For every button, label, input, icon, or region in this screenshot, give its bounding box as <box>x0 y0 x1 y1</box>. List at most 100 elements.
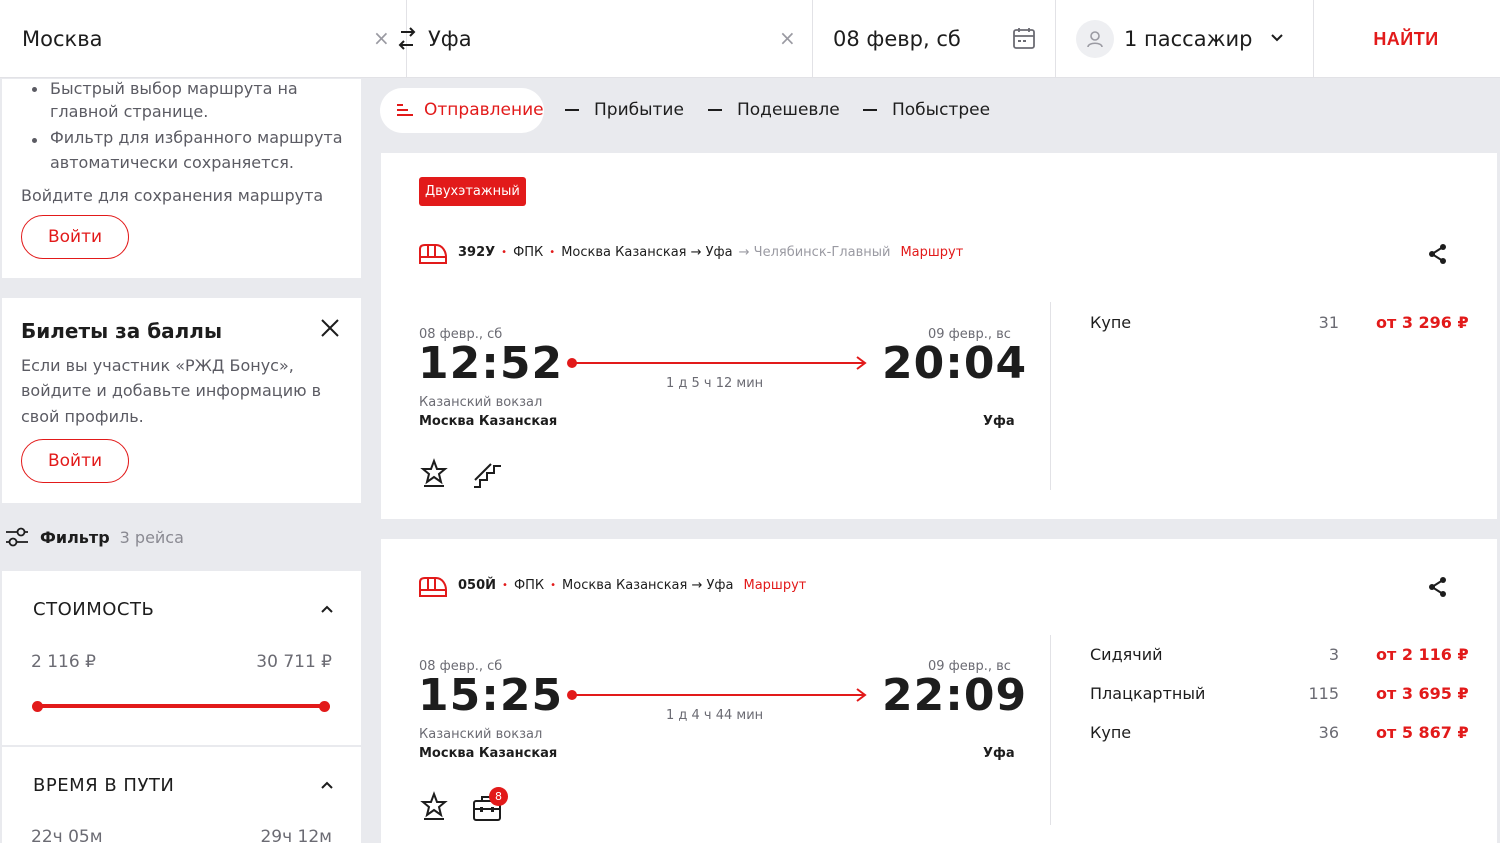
filter-icon <box>6 527 28 547</box>
find-button[interactable]: НАЙТИ <box>1315 0 1497 78</box>
dash-icon <box>708 109 722 111</box>
train-number: 050Й <box>458 578 497 593</box>
class-name: Купе <box>1090 313 1132 332</box>
bonus-panel: Билеты за баллы Если вы участник «РЖД Бо… <box>2 298 361 503</box>
bullet-text: Фильтр для избранного маршрута <box>50 128 343 147</box>
amenity-count-badge: 8 <box>489 787 508 806</box>
sort-faster[interactable]: Побыстрее <box>863 100 990 120</box>
cost-slider-max-handle[interactable] <box>319 701 330 712</box>
to-field[interactable]: Уфа <box>428 0 472 78</box>
divider <box>1050 635 1051 825</box>
train-icon <box>419 244 447 264</box>
date-field[interactable]: 08 февр, сб <box>833 0 961 78</box>
swap-icon[interactable] <box>397 25 417 53</box>
cost-title: СТОИМОСТЬ <box>33 599 155 620</box>
bonus-login-button[interactable]: Войти <box>21 439 129 483</box>
route: Москва Казанская → Уфа <box>561 245 733 260</box>
bonus-text: Если вы участник «РЖД Бонус», <box>21 356 294 375</box>
class-name: Купе <box>1090 723 1132 742</box>
cost-filter-panel: СТОИМОСТЬ 2 116 ₽ 30 711 ₽ <box>2 571 361 745</box>
share-icon[interactable] <box>1428 576 1448 598</box>
stairs-icon <box>474 463 501 488</box>
seats-count: 115 <box>1308 684 1339 703</box>
sort-label: Отправление <box>424 100 544 120</box>
login-button[interactable]: Войти <box>21 215 129 259</box>
travel-time-max: 29ч 12м <box>260 827 332 843</box>
route-info: 392У • ФПК • Москва Казанская → Уфа → Че… <box>458 245 963 260</box>
passengers-value: 1 пассажир <box>1124 27 1253 51</box>
bullet-text: главной странице. <box>50 102 209 121</box>
bonus-title: Билеты за баллы <box>21 319 223 343</box>
departure-time: 15:25 <box>418 670 564 721</box>
travel-duration: 1 д 5 ч 12 мин <box>666 376 764 391</box>
journey-arrow <box>567 688 867 702</box>
travel-time-title: ВРЕМЯ В ПУТИ <box>33 775 175 796</box>
sort-icon <box>397 104 413 116</box>
cost-min: 2 116 ₽ <box>31 652 96 672</box>
seats-count: 31 <box>1318 313 1339 332</box>
departure-station-note: Казанский вокзал <box>419 727 543 742</box>
login-note: Войдите для сохранения маршрута <box>21 186 324 205</box>
date-value: 08 февр, сб <box>833 27 961 51</box>
user-icon <box>1076 20 1114 58</box>
from-field[interactable]: Москва <box>22 0 102 78</box>
price[interactable]: от 3 695 ₽ <box>1376 684 1469 703</box>
travel-duration: 1 д 4 ч 44 мин <box>666 708 764 723</box>
chevron-up-icon[interactable] <box>320 604 334 614</box>
bullet-text: автоматически сохраняется. <box>50 153 294 172</box>
cost-slider-track[interactable] <box>38 704 324 708</box>
route-extra: → Челябинск-Главный <box>738 245 891 260</box>
from-value: Москва <box>22 27 103 51</box>
arrival-time: 22:09 <box>882 670 1028 721</box>
sort-arrival[interactable]: Прибытие <box>565 100 684 120</box>
share-icon[interactable] <box>1428 243 1448 265</box>
separator-dot: • <box>549 247 556 258</box>
dash-icon <box>863 109 877 111</box>
bullet <box>32 138 37 143</box>
price[interactable]: от 2 116 ₽ <box>1376 645 1469 664</box>
arrival-time: 20:04 <box>882 338 1028 389</box>
divider <box>1055 0 1056 78</box>
carrier: ФПК <box>513 578 545 593</box>
bonus-text: войдите и добавьте информацию в <box>21 381 322 400</box>
arrival-station: Уфа <box>983 414 1015 429</box>
sort-departure[interactable]: Отправление <box>396 100 544 120</box>
separator-dot: • <box>501 247 508 258</box>
chevron-up-icon[interactable] <box>320 780 334 790</box>
divider <box>812 0 813 78</box>
travel-time-filter-panel: ВРЕМЯ В ПУТИ 22ч 05м 29ч 12м <box>2 747 361 843</box>
departure-station: Москва Казанская <box>419 414 558 429</box>
route: Москва Казанская → Уфа <box>562 578 734 593</box>
route-link[interactable]: Маршрут <box>900 245 963 260</box>
cost-slider-min-handle[interactable] <box>32 701 43 712</box>
dash-icon <box>565 109 579 111</box>
search-bar: Москва × Уфа × 08 февр, сб 1 пассажир НА… <box>0 0 1500 78</box>
passengers-field[interactable]: 1 пассажир <box>1124 0 1253 78</box>
seats-count: 36 <box>1318 723 1339 742</box>
price[interactable]: от 3 296 ₽ <box>1376 313 1469 332</box>
clear-to-icon[interactable]: × <box>779 26 796 50</box>
train-icon <box>419 577 447 597</box>
star-service-icon <box>420 791 448 820</box>
travel-time-min: 22ч 05м <box>31 827 103 843</box>
close-icon[interactable] <box>320 318 340 338</box>
filter-label: Фильтр <box>40 527 110 547</box>
class-name: Плацкартный <box>1090 684 1206 703</box>
filter-header[interactable]: Фильтр 3 рейса <box>0 520 184 554</box>
sort-label: Побыстрее <box>892 100 991 120</box>
cost-max: 30 711 ₽ <box>256 652 332 672</box>
chevron-down-icon[interactable] <box>1269 30 1285 46</box>
bullet <box>32 87 37 92</box>
clear-from-icon[interactable]: × <box>373 26 390 50</box>
departure-station: Москва Казанская <box>419 746 558 761</box>
sort-cheaper[interactable]: Подешевле <box>708 100 840 120</box>
route-info: 050Й • ФПК • Москва Казанская → Уфа Марш… <box>458 578 806 593</box>
price[interactable]: от 5 867 ₽ <box>1376 723 1469 742</box>
calendar-icon[interactable] <box>1012 26 1036 50</box>
journey-arrow <box>567 356 867 370</box>
route-link[interactable]: Маршрут <box>744 578 807 593</box>
sort-label: Прибытие <box>594 100 684 120</box>
departure-time: 12:52 <box>418 338 564 389</box>
filter-count: 3 рейса <box>119 527 184 547</box>
divider <box>1050 302 1051 490</box>
